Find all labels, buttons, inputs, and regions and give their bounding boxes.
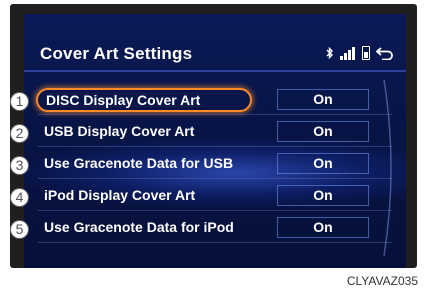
settings-screen: Cover Art Settings DISC Display Cover Ar… <box>24 14 406 268</box>
row-divider <box>38 210 392 211</box>
row-divider <box>38 114 392 115</box>
setting-value-button[interactable]: On <box>277 153 369 174</box>
setting-label: DISC Display Cover Art <box>36 88 253 112</box>
signal-icon <box>340 47 355 60</box>
setting-value-button[interactable]: On <box>277 89 369 110</box>
setting-value-button[interactable]: On <box>277 217 369 238</box>
setting-value-button[interactable]: On <box>277 121 369 142</box>
setting-row-ipod-cover-art[interactable]: iPod Display Cover Art On <box>24 181 406 211</box>
callout-number: 3 <box>10 156 29 175</box>
row-divider <box>38 178 392 179</box>
back-icon[interactable] <box>376 46 394 60</box>
callout-number: 1 <box>10 92 29 111</box>
setting-row-gracenote-usb[interactable]: Use Gracenote Data for USB On <box>24 149 406 179</box>
setting-label: USB Display Cover Art <box>44 123 195 139</box>
scroll-arc <box>383 79 392 257</box>
setting-row-gracenote-ipod[interactable]: Use Gracenote Data for iPod On <box>24 213 406 243</box>
screen-title: Cover Art Settings <box>40 44 193 63</box>
callout-number: 4 <box>10 188 29 207</box>
setting-value-button[interactable]: On <box>277 185 369 206</box>
figure-code: CLYAVAZ035 <box>346 274 418 288</box>
status-bar <box>326 46 394 60</box>
setting-label: Use Gracenote Data for iPod <box>44 219 234 235</box>
callout-number: 5 <box>10 220 29 239</box>
setting-label: iPod Display Cover Art <box>44 187 196 203</box>
row-divider <box>38 146 392 147</box>
setting-row-disc-cover-art[interactable]: DISC Display Cover Art On <box>24 85 406 115</box>
bluetooth-icon <box>326 46 333 60</box>
callout-number: 2 <box>10 124 29 143</box>
row-divider <box>38 242 392 243</box>
setting-label: Use Gracenote Data for USB <box>44 155 234 171</box>
setting-row-usb-cover-art[interactable]: USB Display Cover Art On <box>24 117 406 147</box>
header-divider <box>24 70 406 72</box>
battery-icon <box>362 46 370 60</box>
